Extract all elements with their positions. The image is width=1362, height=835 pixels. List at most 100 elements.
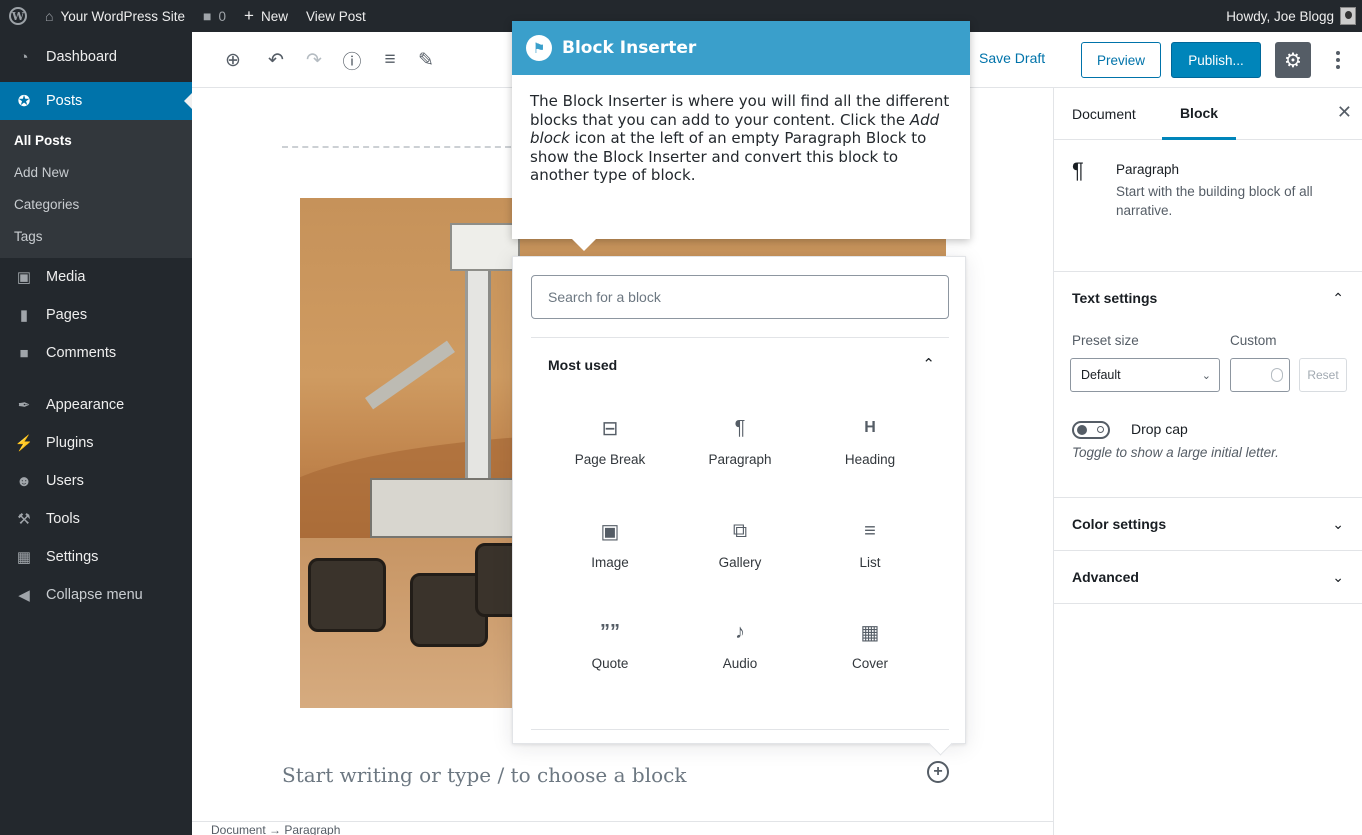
view-post-link[interactable]: View Post [297, 0, 375, 32]
sidebar-item-label: Dashboard [46, 49, 117, 65]
block-item-paragraph[interactable]: ¶ Paragraph [675, 403, 805, 493]
sidebar-item-dashboard[interactable]: ◔ Dashboard [0, 38, 192, 76]
account-menu[interactable]: Howdy, Joe Blogg [1226, 7, 1362, 25]
sidebar-item-pages[interactable]: ▮ Pages [0, 296, 192, 334]
publish-button[interactable]: Publish... [1171, 42, 1261, 78]
content-info-button[interactable]: ⓘ [340, 48, 364, 73]
block-item-label: Gallery [718, 555, 762, 570]
preview-button[interactable]: Preview [1081, 42, 1161, 78]
view-post-label: View Post [305, 8, 366, 24]
block-item-label: Page Break [574, 452, 646, 467]
settings-tabs: Document Block ✕ [1054, 88, 1362, 140]
block-item-label: Paragraph [708, 452, 772, 467]
preset-size-label: Preset size [1072, 333, 1139, 348]
dashboard-icon: ◔ [19, 48, 29, 66]
add-block-button[interactable]: ⊕ [221, 48, 245, 72]
avatar [1340, 7, 1356, 25]
sidebar-item-comments[interactable]: ■ Comments [0, 334, 192, 372]
sidebar-item-plugins[interactable]: ⚡ Plugins [0, 424, 192, 462]
save-draft-button[interactable]: Save Draft [979, 50, 1045, 66]
comment-bubble-icon: ■ [203, 8, 212, 24]
submenu-all-posts[interactable]: All Posts [0, 124, 192, 156]
color-settings-toggle[interactable]: Color settings ⌄ [1054, 498, 1362, 550]
sidebar-item-users[interactable]: ☻ Users [0, 462, 192, 500]
more-dot [1336, 51, 1340, 55]
block-item-image[interactable]: ▣ Image [545, 506, 675, 596]
tour-text-2: icon at the left of an empty Paragraph B… [530, 129, 927, 184]
site-name-link[interactable]: ⌂ Your WordPress Site [36, 0, 194, 32]
sidebar-item-label: Tools [46, 511, 80, 527]
edit-mode-button[interactable]: ✎ [414, 48, 438, 72]
block-item-heading[interactable]: H Heading [805, 403, 935, 493]
more-tools-button[interactable] [1324, 46, 1352, 74]
chevron-up-icon[interactable]: ⌃ [922, 355, 935, 373]
sidebar-item-label: Posts [46, 93, 83, 109]
guided-tour-tooltip: ⚑ Block Inserter The Block Inserter is w… [512, 21, 970, 251]
sidebar-item-posts[interactable]: ✪ Posts [0, 82, 192, 120]
sidebar-item-appearance[interactable]: ✒ Appearance [0, 386, 192, 424]
wordpress-logo-button[interactable]: W [0, 0, 36, 32]
advanced-toggle[interactable]: Advanced ⌄ [1054, 551, 1362, 603]
sidebar-item-label: Appearance [46, 397, 125, 413]
color-settings-panel: Color settings ⌄ [1054, 498, 1362, 551]
block-item-list[interactable]: ≡ List [805, 506, 935, 596]
preset-size-select[interactable]: Default ⌄ [1070, 358, 1220, 392]
submenu-categories[interactable]: Categories [0, 188, 192, 220]
breadcrumb-text[interactable]: Document → Paragraph [211, 823, 340, 835]
plugin-icon: ⚡ [14, 435, 34, 452]
quote-icon: ”” [600, 620, 620, 643]
submenu-add-new[interactable]: Add New [0, 156, 192, 188]
drop-cap-help: Toggle to show a large initial letter. [1072, 445, 1279, 460]
tab-document[interactable]: Document [1072, 88, 1136, 140]
text-settings-toggle[interactable]: Text settings ⌃ [1054, 272, 1362, 324]
settings-toggle-button[interactable]: ⚙ [1275, 42, 1311, 78]
submenu-tags[interactable]: Tags [0, 220, 192, 252]
tab-block[interactable]: Block [1162, 88, 1236, 140]
reset-button[interactable]: Reset [1299, 358, 1347, 392]
gallery-icon: ⧉ [732, 519, 748, 542]
drop-cap-toggle[interactable] [1072, 421, 1110, 439]
block-item-label: List [859, 555, 881, 570]
wordpress-logo-icon: W [9, 7, 27, 25]
new-content-link[interactable]: + New [235, 0, 297, 32]
block-item-gallery[interactable]: ⧉ Gallery [675, 506, 805, 596]
site-name-label: Your WordPress Site [60, 8, 186, 24]
block-item-label: Image [591, 555, 629, 570]
close-icon: ✕ [1336, 102, 1352, 122]
toggle-ring [1097, 426, 1104, 433]
paragraph-placeholder[interactable]: Start writing or type / to choose a bloc… [282, 763, 686, 787]
more-dot [1336, 65, 1340, 69]
inline-add-block-button[interactable]: + [927, 761, 949, 783]
block-item-page-break[interactable]: ⊟ Page Break [545, 403, 675, 493]
block-item-quote[interactable]: ”” Quote [545, 607, 675, 697]
undo-button[interactable]: ↶ [264, 48, 288, 72]
block-navigation-button[interactable]: ≡ [378, 48, 402, 72]
comments-link[interactable]: ■ 0 [194, 0, 235, 32]
block-item-audio[interactable]: ♪ Audio [675, 607, 805, 697]
sidebar-item-tools[interactable]: ⚒ Tools [0, 500, 192, 538]
panel-title: Text settings [1072, 290, 1158, 306]
new-label: New [260, 8, 288, 24]
panel-title: Advanced [1072, 569, 1139, 585]
stepper-icon [1271, 368, 1283, 382]
chevron-down-icon: ⌄ [1201, 369, 1211, 382]
redo-button[interactable]: ↷ [302, 48, 326, 72]
plus-circle-icon: + [933, 763, 943, 780]
sidebar-item-settings[interactable]: ▦ Settings [0, 538, 192, 576]
chevron-up-icon: ⌃ [1332, 289, 1344, 306]
block-item-label: Quote [591, 656, 629, 671]
sidebar-item-media[interactable]: ▣ Media [0, 258, 192, 296]
block-item-cover[interactable]: ▦ Cover [805, 607, 935, 697]
undo-icon: ↶ [268, 49, 284, 71]
custom-size-input[interactable] [1230, 358, 1290, 392]
cover-icon: ▦ [860, 621, 880, 644]
block-search-input[interactable]: Search for a block [531, 275, 949, 319]
image-icon: ▣ [600, 520, 620, 543]
sidebar-item-label: Settings [46, 549, 99, 565]
sidebar-item-collapse-menu[interactable]: ◀ Collapse menu [0, 576, 192, 614]
block-inserter-popover: Search for a block Most used ⌃ ⊟ Page Br… [512, 256, 966, 744]
divider [531, 729, 949, 730]
wrench-icon: ⚒ [17, 511, 31, 528]
pages-icon: ▮ [19, 307, 29, 324]
close-settings-button[interactable]: ✕ [1337, 102, 1352, 123]
